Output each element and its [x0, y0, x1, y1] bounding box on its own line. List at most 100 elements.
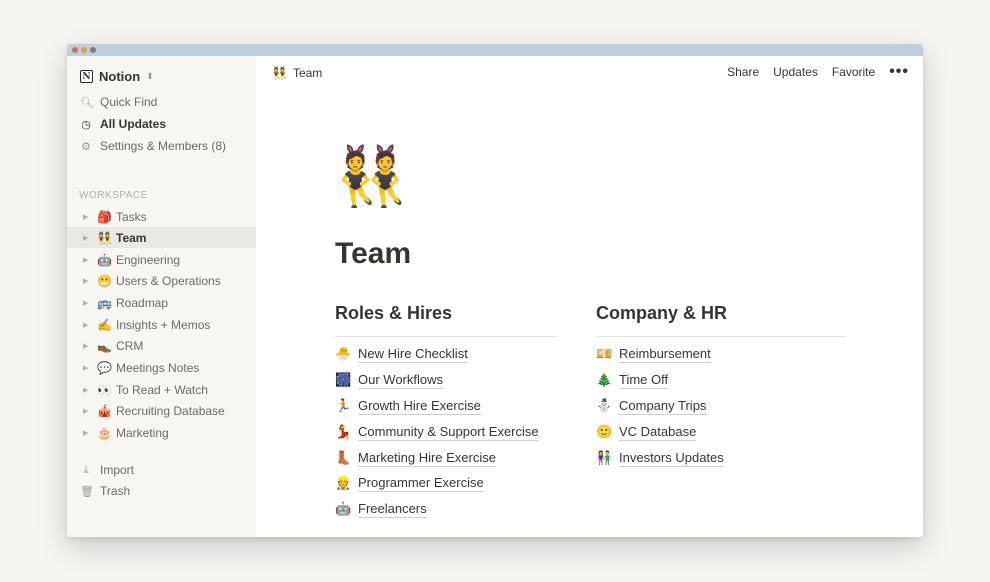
breadcrumb-label: Team: [292, 66, 323, 80]
sidebar-item-users-operations[interactable]: ▶ 😬 Users & Operations: [67, 270, 256, 291]
trash-icon: 🗑︎: [80, 485, 94, 498]
page-title[interactable]: Team: [335, 237, 411, 271]
sidebar-item-label: Marketing: [116, 425, 169, 440]
quick-find-button[interactable]: 🔍︎ Quick Find: [80, 92, 157, 112]
writing-hand-icon: ✍️: [97, 317, 112, 332]
page-link-label: Reimbursement: [619, 345, 711, 363]
workspace-name: Notion: [99, 68, 141, 84]
expand-caret-icon[interactable]: ▶: [83, 429, 91, 437]
page-icon[interactable]: 👯: [335, 142, 407, 212]
smiling-face-icon: 🙂: [596, 424, 613, 439]
clock-icon: ◷: [81, 118, 91, 131]
hatching-chick-icon: 🐣: [335, 346, 352, 361]
robot-icon: 🤖: [335, 501, 352, 516]
all-updates-button[interactable]: ◷ All Updates: [80, 114, 166, 134]
sidebar-item-label: CRM: [116, 338, 144, 353]
gear-icon: ⚙: [81, 140, 91, 153]
favorite-button[interactable]: Favorite: [832, 65, 875, 79]
settings-members-button[interactable]: ⚙ Settings & Members (8): [80, 136, 226, 156]
sidebar: N Notion ⬍ 🔍︎ Quick Find ◷ All Updates ⚙…: [67, 56, 256, 537]
money-icon: 💴: [596, 346, 613, 361]
grimace-face-icon: 😬: [97, 273, 112, 288]
page-link-label: Freelancers: [358, 500, 427, 518]
sidebar-item-roadmap[interactable]: ▶ 🚌 Roadmap: [67, 292, 256, 313]
construction-worker-icon: 👷: [335, 475, 352, 490]
dancers-icon: 👯: [272, 66, 287, 80]
minimize-window-button[interactable]: [81, 47, 87, 53]
expand-caret-icon[interactable]: ▶: [83, 342, 91, 350]
dancers-icon: 👯: [97, 230, 112, 245]
backpack-icon: 🎒: [97, 209, 112, 224]
search-icon: 🔍︎: [80, 96, 94, 109]
page-link-label: Programmer Exercise: [358, 474, 484, 492]
cake-icon: 🎂: [97, 425, 112, 440]
eyes-icon: 👀: [97, 382, 112, 397]
page-link-community-support-exercise[interactable]: 💃 Community & Support Exercise: [335, 421, 539, 443]
runner-icon: 🏃: [335, 398, 352, 413]
trash-button[interactable]: 🗑︎ Trash: [80, 481, 130, 501]
chevron-updown-icon: ⬍: [146, 70, 154, 81]
shoe-icon: 👞: [97, 338, 112, 353]
more-options-icon[interactable]: •••: [889, 64, 909, 80]
sidebar-item-to-read-watch[interactable]: ▶ 👀 To Read + Watch: [67, 379, 256, 400]
page-link-programmer-exercise[interactable]: 👷 Programmer Exercise: [335, 472, 484, 494]
page-link-label: VC Database: [619, 423, 697, 441]
sidebar-item-crm[interactable]: ▶ 👞 CRM: [67, 335, 256, 356]
speech-bubble-icon: 💬: [97, 360, 112, 375]
breadcrumb[interactable]: 👯 Team: [272, 66, 322, 80]
expand-caret-icon[interactable]: ▶: [83, 256, 91, 264]
page-link-label: New Hire Checklist: [358, 345, 468, 363]
page-link-time-off[interactable]: 🎄 Time Off: [596, 369, 669, 391]
sidebar-item-engineering[interactable]: ▶ 🤖 Engineering: [67, 249, 256, 270]
page-link-freelancers[interactable]: 🤖 Freelancers: [335, 498, 427, 520]
page-link-new-hire-checklist[interactable]: 🐣 New Hire Checklist: [335, 343, 468, 365]
expand-caret-icon[interactable]: ▶: [83, 234, 91, 242]
sidebar-item-marketing[interactable]: ▶ 🎂 Marketing: [67, 422, 256, 443]
expand-caret-icon[interactable]: ▶: [83, 364, 91, 372]
sidebar-item-label: Team: [116, 230, 147, 245]
app-window: N Notion ⬍ 🔍︎ Quick Find ◷ All Updates ⚙…: [67, 44, 923, 537]
import-label: Import: [100, 463, 135, 477]
sidebar-item-label: Insights + Memos: [116, 317, 211, 332]
maximize-window-button[interactable]: [90, 47, 96, 53]
page-link-growth-hire-exercise[interactable]: 🏃 Growth Hire Exercise: [335, 395, 481, 417]
page-link-label: Time Off: [619, 371, 669, 389]
all-updates-label: All Updates: [100, 117, 167, 131]
page-link-our-workflows[interactable]: 🎆 Our Workflows: [335, 369, 443, 391]
top-actions: Share Updates Favorite •••: [727, 64, 909, 80]
expand-caret-icon[interactable]: ▶: [83, 213, 91, 221]
expand-caret-icon[interactable]: ▶: [83, 321, 91, 329]
sidebar-item-label: To Read + Watch: [116, 382, 208, 397]
christmas-tree-icon: 🎄: [596, 372, 613, 387]
page-link-investors-updates[interactable]: 👫 Investors Updates: [596, 447, 724, 469]
sidebar-item-label: Users & Operations: [116, 273, 221, 288]
sidebar-item-recruiting-database[interactable]: ▶ 🎪 Recruiting Database: [67, 400, 256, 421]
share-button[interactable]: Share: [727, 65, 759, 79]
close-window-button[interactable]: [72, 47, 78, 53]
boot-icon: 👢: [335, 450, 352, 465]
sidebar-item-team[interactable]: ▶ 👯 Team: [67, 227, 256, 248]
page-link-company-trips[interactable]: ⛄ Company Trips: [596, 395, 707, 417]
robot-icon: 🤖: [97, 252, 112, 267]
expand-caret-icon[interactable]: ▶: [83, 386, 91, 394]
workspace-switcher[interactable]: N Notion ⬍: [80, 67, 154, 85]
page-link-label: Community & Support Exercise: [358, 423, 539, 441]
page-link-marketing-hire-exercise[interactable]: 👢 Marketing Hire Exercise: [335, 447, 496, 469]
page-link-label: Marketing Hire Exercise: [358, 449, 496, 467]
dancer-icon: 💃: [335, 424, 352, 439]
page-link-label: Our Workflows: [358, 371, 443, 389]
sidebar-item-meetings-notes[interactable]: ▶ 💬 Meetings Notes: [67, 357, 256, 378]
updates-button[interactable]: Updates: [773, 65, 818, 79]
expand-caret-icon[interactable]: ▶: [83, 299, 91, 307]
top-bar: 👯 Team Share Updates Favorite •••: [256, 56, 923, 92]
sidebar-item-insights-memos[interactable]: ▶ ✍️ Insights + Memos: [67, 314, 256, 335]
page-link-label: Investors Updates: [619, 449, 724, 467]
expand-caret-icon[interactable]: ▶: [83, 277, 91, 285]
snowman-icon: ⛄: [596, 398, 613, 413]
page-link-vc-database[interactable]: 🙂 VC Database: [596, 421, 697, 443]
page-link-reimbursement[interactable]: 💴 Reimbursement: [596, 343, 711, 365]
sidebar-item-label: Recruiting Database: [116, 403, 225, 418]
expand-caret-icon[interactable]: ▶: [83, 407, 91, 415]
sidebar-item-tasks[interactable]: ▶ 🎒 Tasks: [67, 206, 256, 227]
import-button[interactable]: ⤓ Import: [80, 460, 134, 480]
